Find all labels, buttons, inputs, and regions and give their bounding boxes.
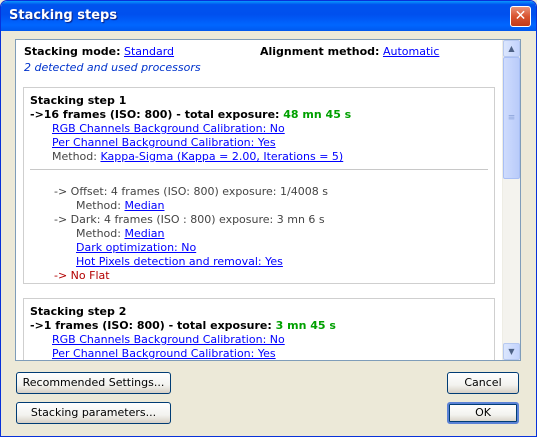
header-row: Stacking mode: Standard Alignment method…: [24, 45, 494, 59]
offset-method-link[interactable]: Median: [124, 199, 164, 212]
step-1-summary-text: ->16 frames (ISO: 800) - total exposure:: [30, 108, 280, 121]
stacking-info-panel: Stacking mode: Standard Alignment method…: [15, 39, 521, 361]
stacking-step-1: Stacking step 1 ->16 frames (ISO: 800) -…: [23, 87, 495, 284]
recommended-settings-button[interactable]: Recommended Settings...: [16, 372, 171, 394]
step-2-total-exposure: 3 mn 45 s: [275, 319, 336, 332]
step-2-title: Stacking step 2: [30, 305, 127, 318]
alignment-method-label: Alignment method:: [260, 45, 380, 58]
step-2-summary: ->1 frames (ISO: 800) - total exposure: …: [30, 319, 336, 332]
title-bar[interactable]: Stacking steps ✕: [1, 1, 536, 31]
step-1-method-label: Method:: [52, 150, 97, 163]
step-1-rgb-calibration-link[interactable]: RGB Channels Background Calibration: No: [52, 122, 285, 135]
scroll-down-arrow-icon[interactable]: ▼: [503, 343, 520, 360]
step-1-per-channel-calibration-link[interactable]: Per Channel Background Calibration: Yes: [52, 136, 276, 149]
step-1-total-exposure: 48 mn 45 s: [283, 108, 352, 121]
stacking-steps-dialog: Stacking steps ✕ Stacking mode: Standard…: [0, 0, 537, 437]
stacking-info-content: Stacking mode: Standard Alignment method…: [16, 40, 503, 360]
stacking-parameters-button[interactable]: Stacking parameters...: [16, 402, 171, 424]
close-button[interactable]: ✕: [510, 6, 531, 27]
vertical-scrollbar[interactable]: ▲ ≡ ▼: [502, 40, 520, 360]
alignment-method-link[interactable]: Automatic: [383, 45, 439, 58]
offset-info: -> Offset: 4 frames (ISO: 800) exposure:…: [54, 185, 328, 198]
flat-info: -> No Flat: [54, 269, 110, 282]
offset-method-label: Method:: [76, 199, 121, 212]
processors-info: 2 detected and used processors: [24, 61, 201, 74]
step-1-summary: ->16 frames (ISO: 800) - total exposure:…: [30, 108, 351, 121]
scroll-up-arrow-icon[interactable]: ▲: [503, 40, 520, 57]
scrollbar-thumb[interactable]: ≡: [503, 57, 520, 179]
step-1-divider: [30, 169, 488, 170]
dark-optimization-link[interactable]: Dark optimization: No: [76, 241, 196, 254]
hot-pixels-link[interactable]: Hot Pixels detection and removal: Yes: [76, 255, 283, 268]
stacking-mode-label: Stacking mode:: [24, 45, 121, 58]
step-2-summary-text: ->1 frames (ISO: 800) - total exposure:: [30, 319, 272, 332]
dark-method-label: Method:: [76, 227, 121, 240]
step-1-method-link[interactable]: Kappa-Sigma (Kappa = 2.00, Iterations = …: [100, 150, 343, 163]
step-2-per-channel-calibration-link[interactable]: Per Channel Background Calibration: Yes: [52, 347, 276, 360]
dark-info: -> Dark: 4 frames (ISO : 800) exposure: …: [54, 213, 325, 226]
ok-button[interactable]: OK: [447, 402, 519, 424]
stacking-mode-link[interactable]: Standard: [124, 45, 174, 58]
step-1-title: Stacking step 1: [30, 94, 127, 107]
window-title: Stacking steps: [9, 8, 118, 23]
cancel-button[interactable]: Cancel: [447, 372, 519, 394]
step-2-rgb-calibration-link[interactable]: RGB Channels Background Calibration: No: [52, 333, 285, 346]
dark-method-link[interactable]: Median: [124, 227, 164, 240]
stacking-step-2: Stacking step 2 ->1 frames (ISO: 800) - …: [23, 298, 495, 360]
